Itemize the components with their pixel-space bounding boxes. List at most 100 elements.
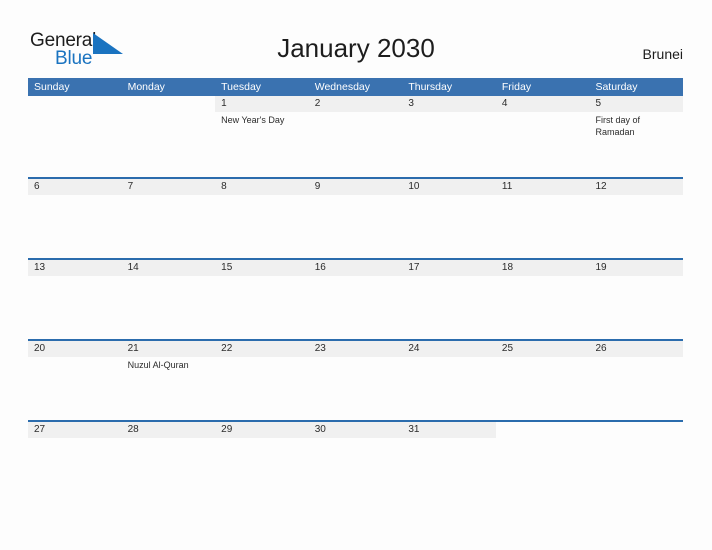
day-cell-28[interactable]: 28 [121, 422, 216, 501]
day-cell-22[interactable]: 22 [215, 341, 309, 420]
date-band [496, 422, 590, 438]
date-number: 4 [501, 98, 508, 109]
date-band [121, 179, 216, 195]
date-number: 27 [34, 424, 46, 435]
day-of-week-header: Sunday Monday Tuesday Wednesday Thursday Frid… [28, 78, 683, 96]
date-number: 16 [314, 262, 326, 273]
date-number: 2 [314, 98, 321, 109]
day-cell-10[interactable]: 10 [402, 179, 496, 258]
day-cell-17[interactable]: 17 [402, 260, 496, 339]
day-cell-20[interactable]: 20 [28, 341, 122, 420]
date-band [589, 422, 683, 438]
day-cell-7[interactable]: 7 [121, 179, 216, 258]
day-cell-31[interactable]: 31 [402, 422, 496, 501]
calendar-week-row: 27 28 29 30 31 [28, 420, 684, 501]
date-number: 31 [408, 424, 420, 435]
date-number: 12 [595, 181, 607, 192]
date-number: 22 [221, 343, 233, 354]
day-cell-21[interactable]: 21 Nuzul Al-Quran [121, 341, 216, 420]
day-cell-9[interactable]: 9 [308, 179, 403, 258]
day-cell-26[interactable]: 26 [589, 341, 684, 420]
calendar-grid: Sunday Monday Tuesday Wednesday Thursday Frid… [28, 78, 684, 501]
day-of-week-tuesday: Tuesday [221, 81, 262, 93]
calendar-page: General Blue January 2030 Brunei Sunday M… [0, 0, 712, 550]
date-number: 8 [221, 181, 227, 192]
day-of-week-sunday: Sunday [34, 81, 70, 93]
day-cell-30[interactable]: 30 [308, 422, 403, 501]
event-list: New Year's Day [215, 112, 309, 127]
day-of-week-saturday: Saturday [595, 81, 638, 93]
day-cell-13[interactable]: 13 [28, 260, 122, 339]
day-cell-11[interactable]: 11 [495, 179, 590, 258]
day-of-week-monday: Monday [127, 81, 165, 93]
date-number: 18 [501, 262, 514, 273]
date-number: 14 [127, 262, 139, 273]
day-cell-empty [28, 96, 122, 177]
date-number: 23 [314, 343, 326, 354]
page-header: General Blue January 2030 Brunei [0, 0, 712, 78]
event-list: First day of Ramadan [589, 112, 683, 138]
day-of-week-wednesday: Wednesday [314, 81, 370, 93]
day-cell-18[interactable]: 18 [495, 260, 590, 339]
date-number: 10 [408, 181, 420, 192]
day-cell-1[interactable]: 1 New Year's Day [215, 96, 309, 177]
date-band [215, 96, 309, 112]
day-cell-12[interactable]: 12 [589, 179, 684, 258]
date-number: 13 [34, 262, 46, 273]
date-number: 9 [314, 181, 321, 192]
day-cell-4[interactable]: 4 [495, 96, 590, 177]
event-list: Nuzul Al-Quran [122, 357, 216, 372]
holiday-event: New Year's Day [221, 115, 285, 125]
day-cell-23[interactable]: 23 [308, 341, 403, 420]
calendar-weeks: 1 New Year's Day 2 3 4 5 First day of Ramadan 6… [28, 96, 684, 501]
date-number: 11 [501, 181, 513, 192]
day-cell-25[interactable]: 25 [495, 341, 590, 420]
country-label: Brunei [642, 46, 683, 62]
calendar-week-row: 20 21 Nuzul Al-Quran 22 23 24 25 26 [28, 339, 684, 420]
day-cell-6[interactable]: 6 [28, 179, 122, 258]
date-number: 24 [408, 343, 420, 354]
date-band [28, 96, 122, 112]
date-number: 1 [221, 98, 227, 109]
date-band [308, 96, 403, 112]
day-cell-14[interactable]: 14 [121, 260, 216, 339]
day-cell-5[interactable]: 5 First day of Ramadan [589, 96, 684, 177]
calendar-week-row: 1 New Year's Day 2 3 4 5 First day of Ramadan [28, 96, 684, 177]
day-cell-15[interactable]: 15 [215, 260, 309, 339]
date-number: 17 [408, 262, 420, 273]
day-cell-8[interactable]: 8 [215, 179, 309, 258]
date-number: 3 [408, 98, 414, 109]
day-of-week-thursday: Thursday [408, 81, 453, 93]
date-band [589, 96, 684, 112]
date-number: 20 [34, 343, 46, 354]
day-of-week-friday: Friday [501, 81, 532, 93]
day-cell-empty [589, 422, 684, 501]
date-number: 5 [595, 98, 602, 109]
day-cell-16[interactable]: 16 [308, 260, 403, 339]
day-cell-empty [495, 422, 590, 501]
day-cell-29[interactable]: 29 [215, 422, 309, 501]
date-band [308, 179, 403, 195]
date-band [28, 179, 122, 195]
day-cell-empty [121, 96, 216, 177]
date-number: 25 [501, 343, 514, 354]
day-cell-3[interactable]: 3 [402, 96, 496, 177]
date-number: 7 [127, 181, 134, 192]
day-cell-27[interactable]: 27 [28, 422, 122, 501]
date-number: 28 [127, 424, 139, 435]
holiday-event: First day of Ramadan [595, 115, 640, 137]
date-number: 29 [221, 424, 233, 435]
date-band [122, 96, 216, 112]
calendar-week-row: 13 14 15 16 17 18 19 [28, 258, 684, 339]
date-band [495, 96, 590, 112]
day-cell-2[interactable]: 2 [308, 96, 403, 177]
day-cell-19[interactable]: 19 [589, 260, 684, 339]
date-number: 6 [34, 181, 40, 192]
date-number: 26 [595, 343, 607, 354]
date-number: 19 [595, 262, 607, 273]
date-number: 21 [127, 343, 139, 354]
calendar-week-row: 6 7 8 9 10 11 12 [28, 177, 684, 258]
page-title: January 2030 [277, 33, 435, 63]
day-cell-24[interactable]: 24 [402, 341, 496, 420]
holiday-event: Nuzul Al-Quran [127, 360, 189, 370]
